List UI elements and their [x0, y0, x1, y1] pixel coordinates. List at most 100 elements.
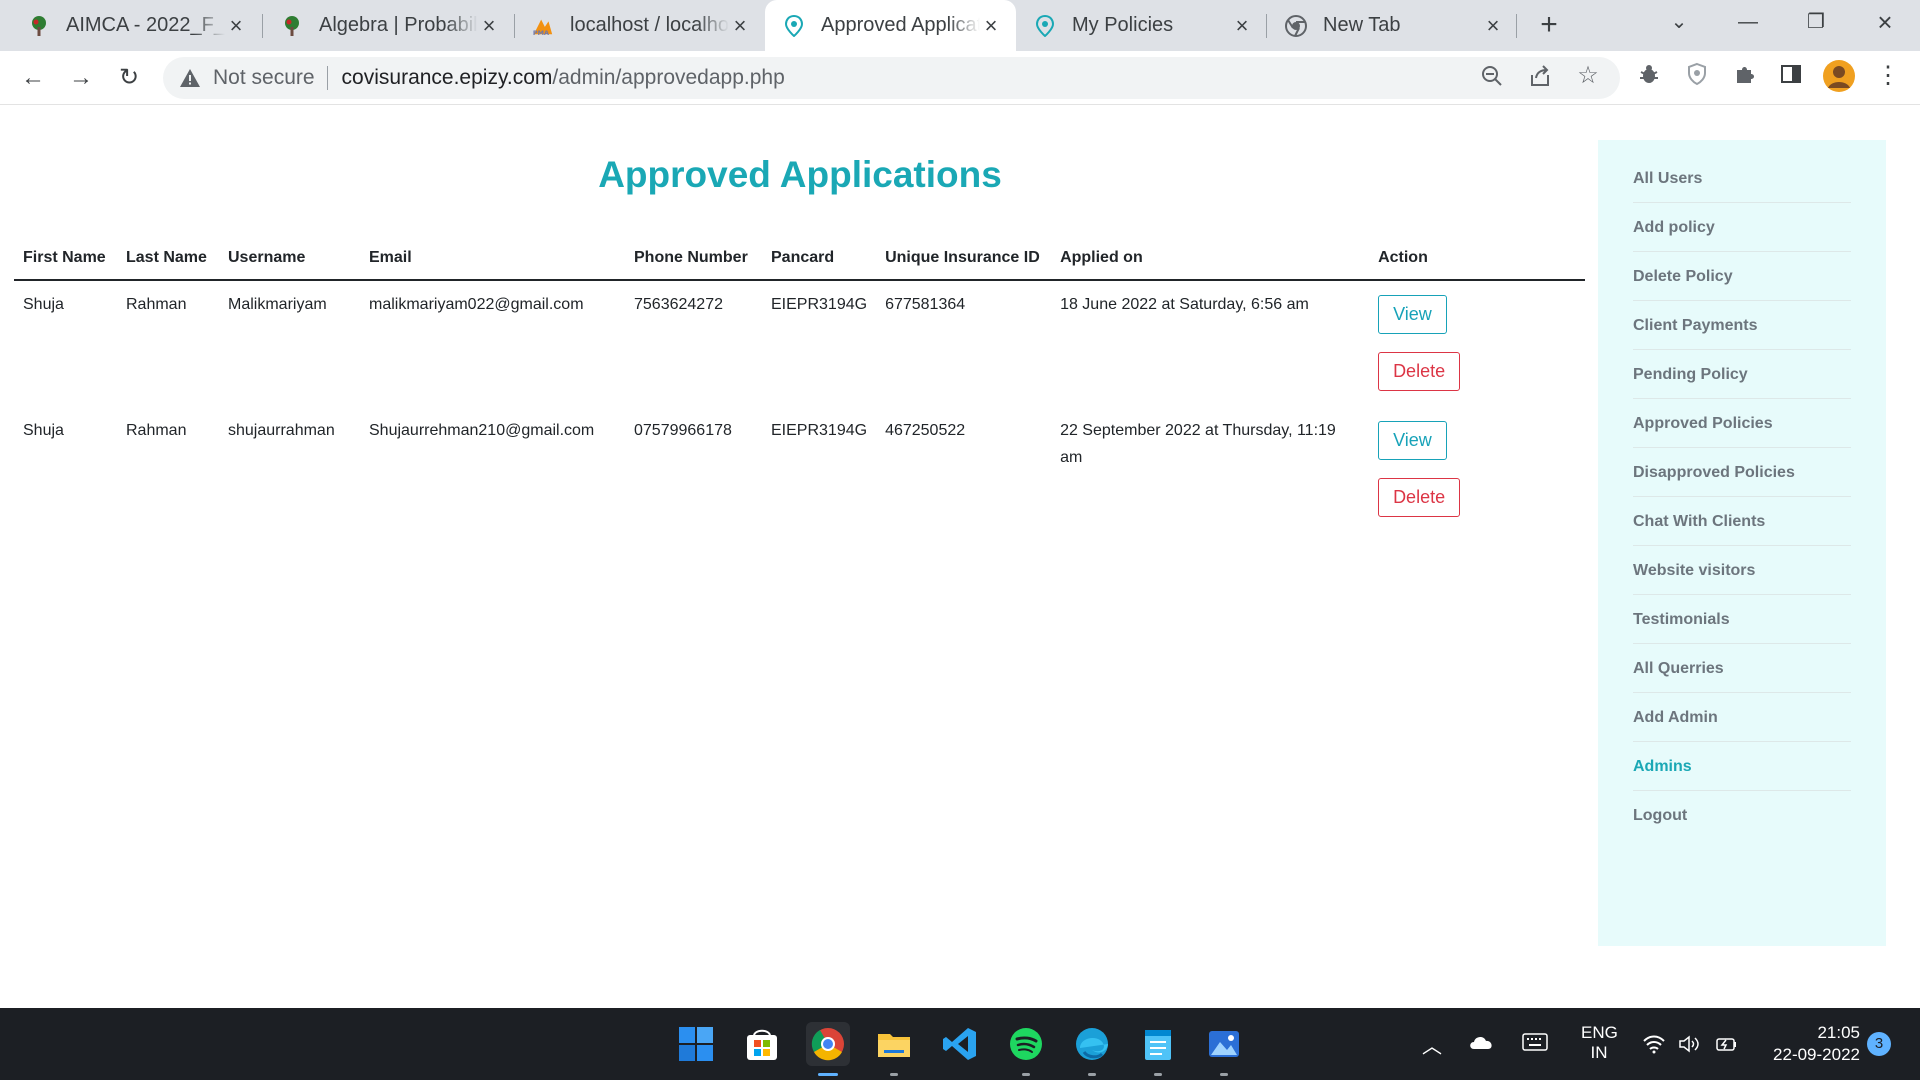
tab-search-icon[interactable]: ⌄	[1654, 0, 1704, 46]
clock[interactable]: 21:05 22-09-2022	[1760, 1022, 1860, 1066]
delete-button[interactable]: Delete	[1378, 478, 1461, 517]
page-content: Approved Applications First Name Last Na…	[0, 106, 1920, 1008]
minimize-icon[interactable]: —	[1723, 0, 1773, 46]
column-header-email: Email	[360, 236, 625, 281]
language-indicator[interactable]: ENG IN	[1581, 1023, 1618, 1063]
windows-start-icon[interactable]	[674, 1022, 718, 1066]
cell-pancard: EIEPR3194G	[771, 296, 868, 313]
sidebar-item-chat-with-clients[interactable]: Chat With Clients	[1633, 497, 1851, 546]
sidebar-item-website-visitors[interactable]: Website visitors	[1633, 546, 1851, 595]
cell-insurance-id: 467250522	[885, 422, 966, 439]
warning-icon[interactable]	[179, 67, 201, 89]
address-bar[interactable]: Not secure covisurance.epizy.com/admin/a…	[163, 57, 1620, 99]
cell-username: Malikmariyam	[228, 296, 327, 313]
zoom-icon[interactable]	[1479, 65, 1505, 91]
shield-pin-icon	[1034, 14, 1056, 37]
url-host[interactable]: covisurance.epizy.com	[342, 66, 553, 90]
sidebar-item-all-querries[interactable]: All Querries	[1633, 644, 1851, 693]
vscode-icon[interactable]	[938, 1022, 982, 1066]
share-icon[interactable]	[1527, 65, 1553, 91]
sidebar-item-pending-policy[interactable]: Pending Policy	[1633, 350, 1851, 399]
sidebar-item-approved-policies[interactable]: Approved Policies	[1633, 399, 1851, 448]
column-header-username: Username	[219, 236, 360, 281]
tab-algebra[interactable]: Algebra | Probability ×	[263, 0, 514, 51]
language-label: ENG	[1581, 1023, 1618, 1042]
tab-aimca[interactable]: AIMCA - 2022_F_Batch ×	[10, 0, 261, 51]
cell-applied-on: 18 June 2022 at Saturday, 6:56 am	[1060, 296, 1309, 313]
chrome-icon	[1285, 14, 1307, 37]
avatar[interactable]	[1823, 60, 1855, 92]
browser-tab-strip: AIMCA - 2022_F_Batch × Algebra | Probabi…	[0, 0, 1920, 51]
table-row: Shuja Rahman Malikmariyam malikmariyam02…	[14, 280, 1585, 407]
back-arrow-icon[interactable]: ←	[16, 61, 50, 95]
close-icon[interactable]: ×	[225, 14, 247, 37]
tab-title: AIMCA - 2022_F_Batch	[66, 14, 225, 36]
tree-logo-icon	[281, 15, 303, 37]
bug-extension-icon[interactable]	[1635, 62, 1663, 90]
notification-badge[interactable]: 3	[1867, 1032, 1891, 1056]
photos-icon[interactable]	[1202, 1022, 1246, 1076]
wifi-icon[interactable]	[1642, 1034, 1666, 1059]
view-button[interactable]: View	[1378, 295, 1447, 334]
close-icon[interactable]: ×	[729, 14, 751, 37]
column-header-last-name: Last Name	[117, 236, 219, 281]
sidebar-item-add-policy[interactable]: Add policy	[1633, 203, 1851, 252]
keyboard-icon[interactable]	[1522, 1032, 1548, 1057]
menu-kebab-icon[interactable]: ⋮	[1874, 62, 1902, 90]
sidebar-item-admins[interactable]: Admins	[1633, 742, 1851, 791]
tab-approved-applications[interactable]: Approved Applications ×	[765, 0, 1016, 51]
cell-username: shujaurrahman	[228, 422, 335, 439]
url-path[interactable]: /admin/approvedapp.php	[552, 66, 784, 90]
running-indicator	[818, 1073, 838, 1076]
puzzle-extensions-icon[interactable]	[1731, 62, 1759, 90]
close-icon[interactable]: ×	[1231, 14, 1253, 37]
tree-logo-icon	[28, 15, 50, 37]
cell-first-name: Shuja	[23, 422, 64, 439]
running-indicator	[1022, 1073, 1030, 1076]
file-explorer-icon[interactable]	[872, 1022, 916, 1076]
spotify-icon[interactable]	[1004, 1022, 1048, 1076]
chrome-icon[interactable]	[806, 1022, 850, 1076]
close-window-icon[interactable]: ×	[1860, 0, 1910, 46]
delete-button[interactable]: Delete	[1378, 352, 1461, 391]
tab-title: localhost / localhost	[570, 14, 729, 36]
reload-icon[interactable]: ↻	[112, 61, 146, 95]
notepad-icon[interactable]	[1136, 1022, 1180, 1076]
sidebar-item-logout[interactable]: Logout	[1633, 791, 1851, 839]
restore-icon[interactable]: ❐	[1791, 0, 1841, 46]
cell-last-name: Rahman	[126, 422, 187, 439]
chevron-up-icon[interactable]: ︿	[1422, 1030, 1442, 1059]
volume-icon[interactable]	[1678, 1034, 1702, 1059]
side-panel-icon[interactable]	[1777, 62, 1805, 90]
bookmark-star-icon[interactable]: ☆	[1575, 63, 1601, 89]
battery-icon[interactable]	[1714, 1034, 1738, 1059]
cell-first-name: Shuja	[23, 296, 64, 313]
sidebar-item-add-admin[interactable]: Add Admin	[1633, 693, 1851, 742]
view-button[interactable]: View	[1378, 421, 1447, 460]
tab-title: Algebra | Probability	[319, 14, 478, 36]
column-header-pancard: Pancard	[762, 236, 877, 281]
close-icon[interactable]: ×	[980, 14, 1002, 37]
new-tab-button[interactable]: +	[1531, 8, 1567, 44]
applications-table: First Name Last Name Username Email Phon…	[14, 236, 1585, 533]
microsoft-store-icon[interactable]	[740, 1022, 784, 1066]
tab-new-tab[interactable]: New Tab ×	[1267, 0, 1518, 51]
clock-date: 22-09-2022	[1773, 1045, 1860, 1064]
tab-localhost[interactable]: PMA localhost / localhost ×	[514, 0, 765, 51]
sidebar-item-delete-policy[interactable]: Delete Policy	[1633, 252, 1851, 301]
sidebar-item-all-users[interactable]: All Users	[1633, 154, 1851, 203]
onedrive-cloud-icon[interactable]	[1468, 1034, 1494, 1055]
cell-last-name: Rahman	[126, 296, 187, 313]
security-label[interactable]: Not secure	[213, 66, 315, 90]
column-header-insurance-id: Unique Insurance ID	[876, 236, 1052, 281]
sidebar-item-testimonials[interactable]: Testimonials	[1633, 595, 1851, 644]
close-icon[interactable]: ×	[478, 14, 500, 37]
edge-icon[interactable]	[1070, 1022, 1114, 1076]
shield-extension-icon[interactable]	[1683, 62, 1711, 90]
close-icon[interactable]: ×	[1482, 14, 1504, 37]
tab-title: New Tab	[1323, 14, 1401, 36]
sidebar-item-disapproved-policies[interactable]: Disapproved Policies	[1633, 448, 1851, 497]
forward-arrow-icon[interactable]: →	[64, 61, 98, 95]
tab-my-policies[interactable]: My Policies ×	[1016, 0, 1267, 51]
sidebar-item-client-payments[interactable]: Client Payments	[1633, 301, 1851, 350]
